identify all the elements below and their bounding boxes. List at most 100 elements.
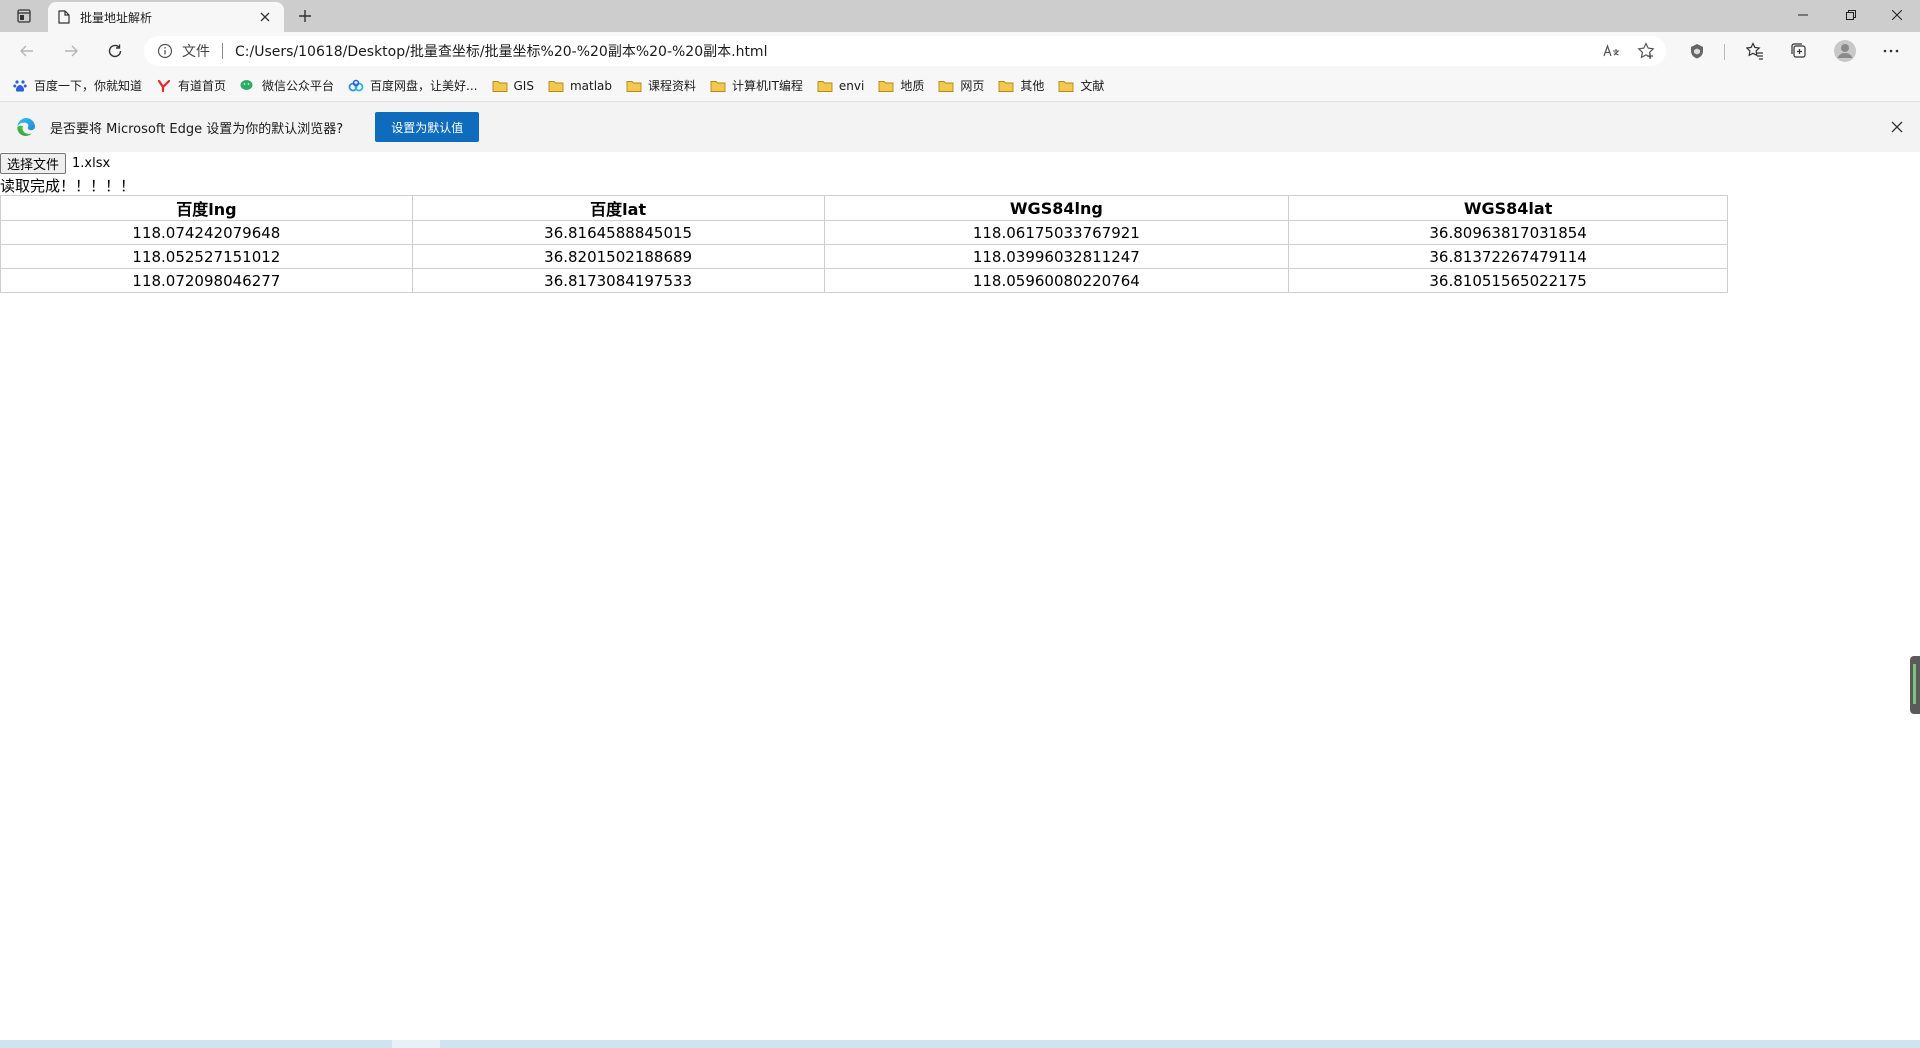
toolbar-divider: [1724, 44, 1725, 60]
tab-actions-button[interactable]: [8, 4, 40, 28]
minimize-button[interactable]: [1780, 0, 1826, 30]
close-icon: [1891, 121, 1903, 133]
bookmark-folder-papers[interactable]: 文献: [1058, 77, 1104, 94]
bookmark-folder-geology[interactable]: 地质: [878, 77, 924, 94]
page-content: 选择文件 1.xlsx 读取完成！！！！！ 百度lng 百度lat WGS84l…: [0, 152, 1920, 1040]
tab-active[interactable]: 批量地址解析: [48, 2, 284, 32]
folder-icon: [878, 78, 894, 94]
table-cell: 118.05960080220764: [823, 268, 1290, 293]
address-url[interactable]: C:/Users/10618/Desktop/批量查坐标/批量坐标%20-%20…: [235, 41, 767, 61]
bookmark-folder-courses[interactable]: 课程资料: [626, 77, 696, 94]
table-cell: 118.072098046277: [0, 268, 413, 293]
folder-icon: [626, 78, 642, 94]
profile-button[interactable]: [1830, 37, 1860, 65]
forward-button[interactable]: [56, 37, 86, 65]
browser-toolbar: 文件 C:/Users/10618/Desktop/批量查坐标/批量坐标%20-…: [0, 32, 1920, 70]
bookmark-folder-envi[interactable]: envi: [817, 78, 864, 94]
table-cell: 36.8201502188689: [411, 244, 825, 269]
file-input: 选择文件 1.xlsx: [0, 152, 110, 174]
favorites-button[interactable]: [1740, 37, 1770, 65]
address-bar[interactable]: 文件 C:/Users/10618/Desktop/批量查坐标/批量坐标%20-…: [144, 36, 1666, 66]
table-cell: 36.8164588845015: [411, 220, 825, 245]
tab-strip: 批量地址解析: [0, 0, 1920, 32]
table-cell: 118.052527151012: [0, 244, 413, 269]
minimize-icon: [1798, 14, 1808, 16]
tab-actions-icon: [17, 9, 31, 23]
bookmark-baidu-netdisk[interactable]: 百度网盘，让美好...: [348, 77, 478, 94]
restore-button[interactable]: [1828, 0, 1874, 30]
bookmark-label: 其他: [1020, 79, 1045, 93]
side-panel-handle[interactable]: [1910, 656, 1920, 714]
infobar-message: 是否要将 Microsoft Edge 设置为你的默认浏览器?: [50, 121, 344, 137]
taskbar-item[interactable]: [392, 1040, 440, 1048]
back-button[interactable]: [12, 37, 42, 65]
info-icon[interactable]: [156, 42, 174, 60]
column-header: WGS84lat: [1288, 195, 1728, 221]
infobar-close-button[interactable]: [1888, 118, 1906, 136]
bookmark-folder-it[interactable]: 计算机IT编程: [710, 77, 803, 94]
status-text: 读取完成！！！！！: [0, 177, 136, 195]
bookmark-label: envi: [838, 78, 865, 93]
edge-logo-icon: [17, 117, 35, 136]
set-as-default-button[interactable]: 设置为默认值: [375, 112, 480, 142]
bookmark-youdao[interactable]: 有道首页: [156, 77, 226, 94]
tab-title: 批量地址解析: [80, 10, 153, 25]
bookmark-folder-gis[interactable]: GIS: [492, 78, 534, 94]
table-cell: 118.06175033767921: [823, 220, 1290, 245]
bookmark-label: 网页: [960, 79, 985, 93]
table-cell: 118.03996032811247: [823, 244, 1290, 269]
tab-close-button[interactable]: [256, 8, 274, 26]
column-header: 百度lat: [411, 195, 825, 221]
bookmark-folder-web[interactable]: 网页: [938, 77, 984, 94]
extension-button[interactable]: [1682, 37, 1712, 65]
bookmark-label: 课程资料: [648, 79, 697, 93]
wechat-icon: [240, 78, 256, 94]
table-row: 118.052527151012 36.8201502188689 118.03…: [0, 244, 1728, 269]
new-tab-button[interactable]: [292, 4, 318, 28]
settings-more-button[interactable]: [1876, 37, 1906, 65]
table-cell: 118.074242079648: [0, 220, 413, 245]
table-cell: 36.81051565022175: [1288, 268, 1728, 293]
folder-icon: [710, 78, 726, 94]
extension-shield-icon: [1691, 44, 1703, 59]
page-icon: [58, 10, 70, 24]
window-close-button[interactable]: [1874, 0, 1920, 30]
bookmark-label: 百度网盘，让美好...: [370, 79, 478, 93]
table-row: 118.072098046277 36.8173084197533 118.05…: [0, 268, 1728, 293]
folder-icon: [492, 78, 508, 94]
baidu-netdisk-icon: [348, 78, 364, 94]
bookmark-label: GIS: [513, 78, 534, 93]
table-cell: 36.8173084197533: [411, 268, 825, 293]
collections-button[interactable]: [1784, 37, 1814, 65]
restore-icon: [1846, 10, 1856, 20]
favorites-icon: [1746, 42, 1763, 60]
arrow-right-icon: [65, 45, 78, 57]
plus-icon: [299, 10, 311, 22]
choose-file-button[interactable]: 选择文件: [0, 152, 67, 174]
baidu-paw-icon: [12, 78, 28, 94]
avatar-icon: [1834, 40, 1856, 62]
folder-icon: [817, 78, 833, 94]
refresh-button[interactable]: [100, 37, 130, 65]
bookmark-label: matlab: [569, 78, 613, 93]
read-aloud-icon[interactable]: [1602, 41, 1622, 61]
coordinates-table: 百度lng 百度lat WGS84lng WGS84lat 118.074242…: [0, 195, 1728, 293]
table-header-row: 百度lng 百度lat WGS84lng WGS84lat: [0, 195, 1728, 221]
refresh-icon: [108, 44, 122, 58]
bookmark-baidu[interactable]: 百度一下，你就知道: [12, 77, 142, 94]
bookmark-folder-other[interactable]: 其他: [998, 77, 1044, 94]
bookmark-label: 百度一下，你就知道: [34, 79, 143, 93]
bookmarks-bar: 百度一下，你就知道 有道首页 微信公众平台 百度网盘，让美好... GIS ma…: [0, 70, 1920, 102]
bookmark-folder-matlab[interactable]: matlab: [548, 78, 612, 94]
bookmark-label: 有道首页: [178, 79, 227, 93]
folder-icon: [1058, 78, 1074, 94]
close-icon: [260, 12, 270, 22]
add-favorite-icon[interactable]: [1636, 41, 1656, 61]
address-bar-actions: [1602, 41, 1656, 61]
close-icon: [1892, 10, 1902, 20]
table-cell: 36.81372267479114: [1288, 244, 1728, 269]
arrow-left-icon: [20, 45, 33, 57]
collections-icon: [1791, 43, 1806, 58]
column-header: 百度lng: [0, 195, 413, 221]
bookmark-wechat[interactable]: 微信公众平台: [240, 77, 334, 94]
